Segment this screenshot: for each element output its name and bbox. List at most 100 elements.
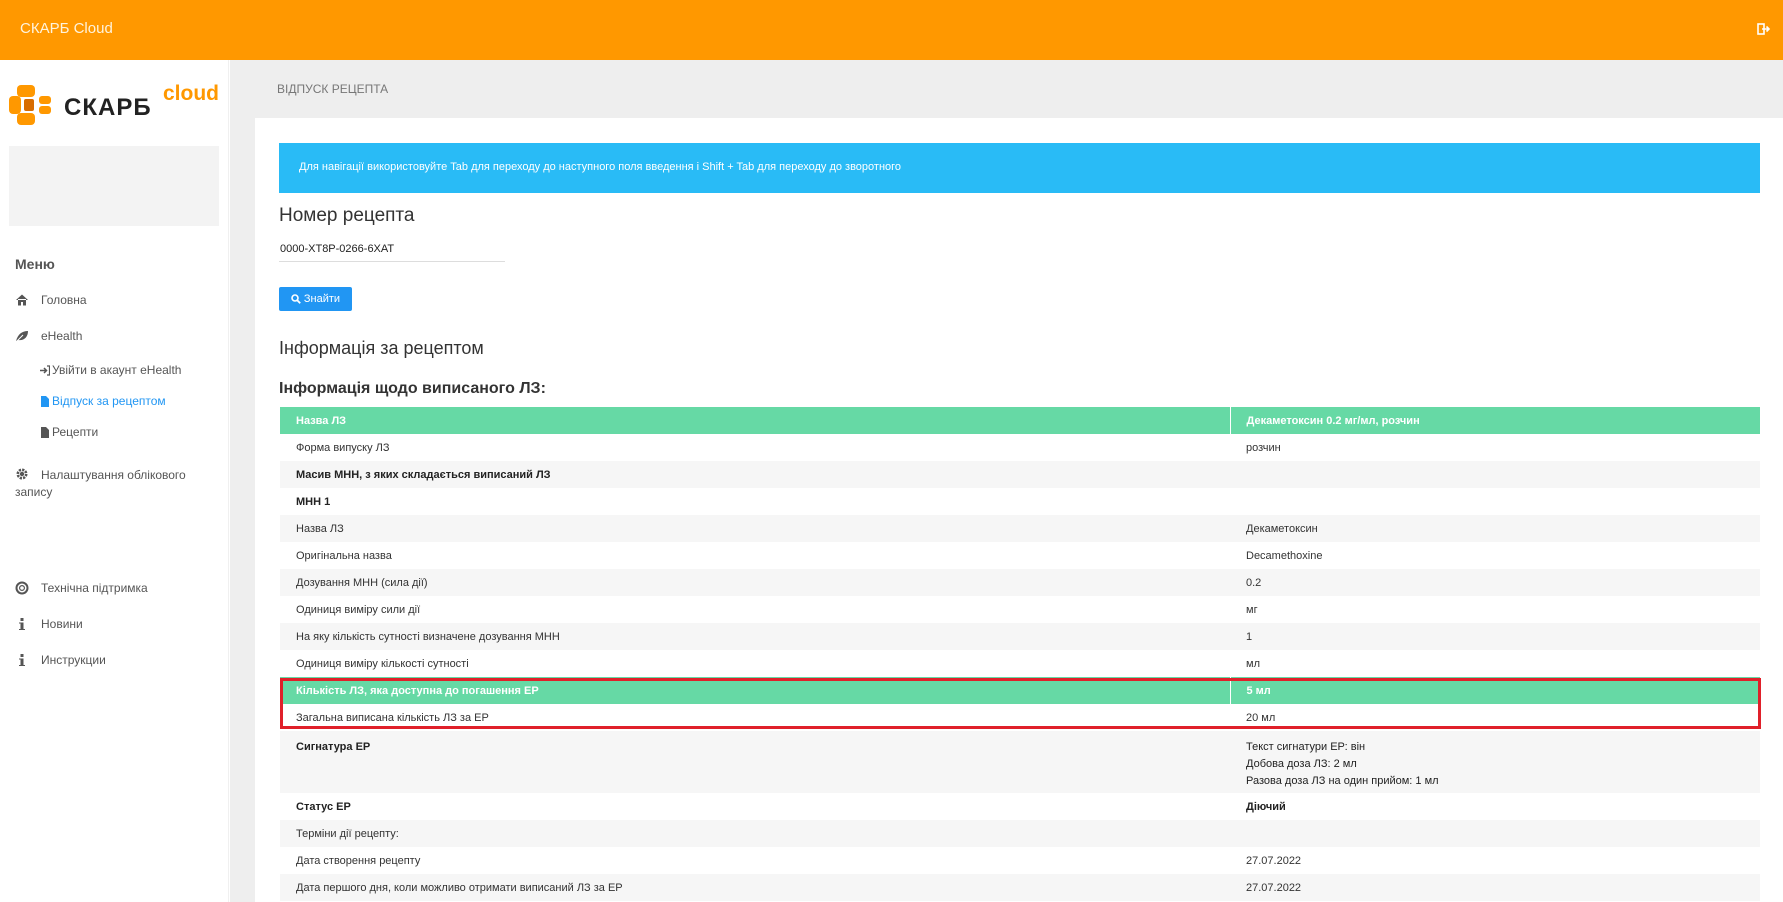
- table-cell-value: [1230, 461, 1760, 488]
- sidebar-item-label: Головна: [41, 293, 87, 307]
- table-cell-label: Назва ЛЗ: [280, 407, 1231, 434]
- table-cell-value: 20 мл: [1230, 704, 1760, 731]
- sidebar-item-label: eHealth: [41, 329, 83, 343]
- table-cell-value: Текст сигнатури ЕР: він Добова доза ЛЗ: …: [1230, 731, 1760, 793]
- logo-word: СКАРБ: [64, 94, 152, 121]
- recipe-number-title: Номер рецепта: [279, 205, 415, 226]
- recipe-number-input[interactable]: [279, 237, 505, 262]
- table-cell-label: Загальна виписана кількість ЛЗ за ЕР: [280, 704, 1230, 731]
- sidebar-item-ehealth-login[interactable]: Увійти в акаунт eHealth: [40, 363, 181, 377]
- table-cell-label: Дозування МНН (сила дії): [280, 569, 1230, 596]
- table-cell-value: Decamethoxine: [1230, 542, 1760, 569]
- table-cell-value: розчин: [1230, 434, 1760, 461]
- table-cell-value: [1230, 488, 1760, 515]
- table-row: Сигнатура ЕР Текст сигнатури ЕР: він Доб…: [280, 731, 1760, 793]
- search-icon: [291, 294, 301, 304]
- navigation-hint-alert: Для навігації використовуйте Tab для пер…: [279, 143, 1760, 193]
- table-row: Терміни дії рецепту:: [280, 820, 1760, 847]
- table-row: Дата створення рецепту 27.07.2022: [280, 847, 1760, 874]
- table-cell-label: Кількість ЛЗ, яка доступна до погашення …: [280, 677, 1231, 704]
- recipe-info-table: Назва ЛЗ Декаметоксин 0.2 мг/мл, розчин …: [280, 407, 1760, 901]
- sidebar-item-label: Рецепти: [52, 425, 99, 439]
- gear-icon: [16, 468, 28, 480]
- table-cell-value: 27.07.2022: [1230, 874, 1760, 901]
- sidebar-item-home[interactable]: Головна: [15, 293, 87, 307]
- table-row: Назва ЛЗ Декаметоксин 0.2 мг/мл, розчин: [280, 407, 1760, 434]
- table-cell-label: Форма випуску ЛЗ: [280, 434, 1230, 461]
- table-row: Дата першого дня, коли можливо отримати …: [280, 874, 1760, 901]
- table-cell-value: 5 мл: [1230, 677, 1760, 704]
- file-icon: [41, 426, 49, 438]
- table-cell-value: [1230, 820, 1760, 847]
- table-row: Одиниця виміру сили дії мг: [280, 596, 1760, 623]
- drug-info-title: Інформація щодо виписаного ЛЗ:: [279, 380, 546, 397]
- sidebar-item-label: Технічна підтримка: [41, 581, 148, 595]
- table-cell-label: Оригінальна назва: [280, 542, 1230, 569]
- logout-icon[interactable]: [1757, 22, 1771, 36]
- info-icon: [19, 654, 25, 666]
- sidebar-item-instructions[interactable]: Инструкции: [15, 653, 106, 667]
- profile-box: [9, 146, 219, 226]
- table-cell-label: Масив МНН, з яких складається виписаний …: [280, 461, 1230, 488]
- table-cell-label: Одиниця виміру кількості сутності: [280, 650, 1230, 677]
- table-cell-value: Діючий: [1230, 793, 1760, 820]
- table-cell-value: 27.07.2022: [1230, 847, 1760, 874]
- recipe-info-title: Інформація за рецептом: [279, 338, 484, 358]
- sidebar-item-dispense[interactable]: Відпуск за рецептом: [40, 394, 166, 408]
- table-row: Одиниця виміру кількості сутності мл: [280, 650, 1760, 677]
- table-cell-value: мл: [1230, 650, 1760, 677]
- sign-in-icon: [40, 364, 50, 376]
- home-icon: [16, 294, 28, 306]
- find-button[interactable]: Знайти: [279, 287, 352, 311]
- file-icon: [41, 395, 49, 407]
- menu-title: Меню: [15, 256, 55, 272]
- table-row: Форма випуску ЛЗ розчин: [280, 434, 1760, 461]
- table-row: Назва ЛЗ Декаметоксин: [280, 515, 1760, 542]
- logo-mark-icon: [9, 85, 51, 125]
- table-cell-value: Декаметоксин: [1230, 515, 1760, 542]
- leaf-icon: [15, 331, 28, 343]
- top-bar: СКАРБ Cloud: [0, 0, 1783, 60]
- sidebar-item-news[interactable]: Новини: [15, 617, 83, 631]
- table-cell-value: Декаметоксин 0.2 мг/мл, розчин: [1230, 407, 1760, 434]
- table-cell-value: 0.2: [1230, 569, 1760, 596]
- table-cell-label: Дата першого дня, коли можливо отримати …: [280, 874, 1230, 901]
- signature-line: Разова доза ЛЗ на один прийом: 1 мл: [1246, 775, 1439, 787]
- table-cell-label: Одиниця виміру сили дії: [280, 596, 1230, 623]
- table-row: Оригінальна назва Decamethoxine: [280, 542, 1760, 569]
- sidebar-item-recipes[interactable]: Рецепти: [40, 425, 98, 439]
- signature-line: Текст сигнатури ЕР: він: [1246, 741, 1366, 753]
- table-cell-value: мг: [1230, 596, 1760, 623]
- life-ring-icon: [15, 581, 29, 595]
- signature-line: Добова доза ЛЗ: 2 мл: [1246, 758, 1357, 770]
- sidebar-item-label: Налаштування облікового запису: [15, 468, 186, 499]
- table-row: Загальна виписана кількість ЛЗ за ЕР 20 …: [280, 704, 1760, 731]
- sidebar-item-support[interactable]: Технічна підтримка: [15, 581, 148, 595]
- table-cell-label: Статус ЕР: [280, 793, 1230, 820]
- sidebar-item-account-settings[interactable]: Налаштування облікового запису: [15, 467, 215, 501]
- sidebar-item-label: Відпуск за рецептом: [52, 394, 166, 408]
- logo[interactable]: СКАРБ cloud: [8, 82, 223, 130]
- table-row: МНН 1: [280, 488, 1760, 515]
- sidebar-item-label: Инструкции: [41, 653, 106, 667]
- sidebar-item-ehealth[interactable]: eHealth: [15, 329, 82, 343]
- sidebar: СКАРБ cloud Меню Головна eHealth Увійти …: [0, 60, 229, 902]
- table-cell-label: Сигнатура ЕР: [280, 731, 1230, 793]
- sidebar-item-label: Увійти в акаунт eHealth: [52, 363, 182, 377]
- table-cell-label: Терміни дії рецепту:: [280, 820, 1230, 847]
- table-cell-label: МНН 1: [280, 488, 1230, 515]
- table-row: Статус ЕР Діючий: [280, 793, 1760, 820]
- app-title: СКАРБ Cloud: [20, 20, 113, 37]
- table-cell-label: Назва ЛЗ: [280, 515, 1230, 542]
- table-row: Дозування МНН (сила дії) 0.2: [280, 569, 1760, 596]
- info-icon: [19, 618, 25, 630]
- logo-suffix: cloud: [163, 82, 219, 105]
- table-cell-label: Дата створення рецепту: [280, 847, 1230, 874]
- breadcrumb: ВІДПУСК РЕЦЕПТА: [277, 82, 389, 96]
- find-button-label: Знайти: [303, 293, 341, 305]
- table-row: Масив МНН, з яких складається виписаний …: [280, 461, 1760, 488]
- table-row: На яку кількість сутності визначене дозу…: [280, 623, 1760, 650]
- table-cell-value: 1: [1230, 623, 1760, 650]
- table-row: Кількість ЛЗ, яка доступна до погашення …: [280, 677, 1760, 704]
- table-cell-label: На яку кількість сутності визначене дозу…: [280, 623, 1230, 650]
